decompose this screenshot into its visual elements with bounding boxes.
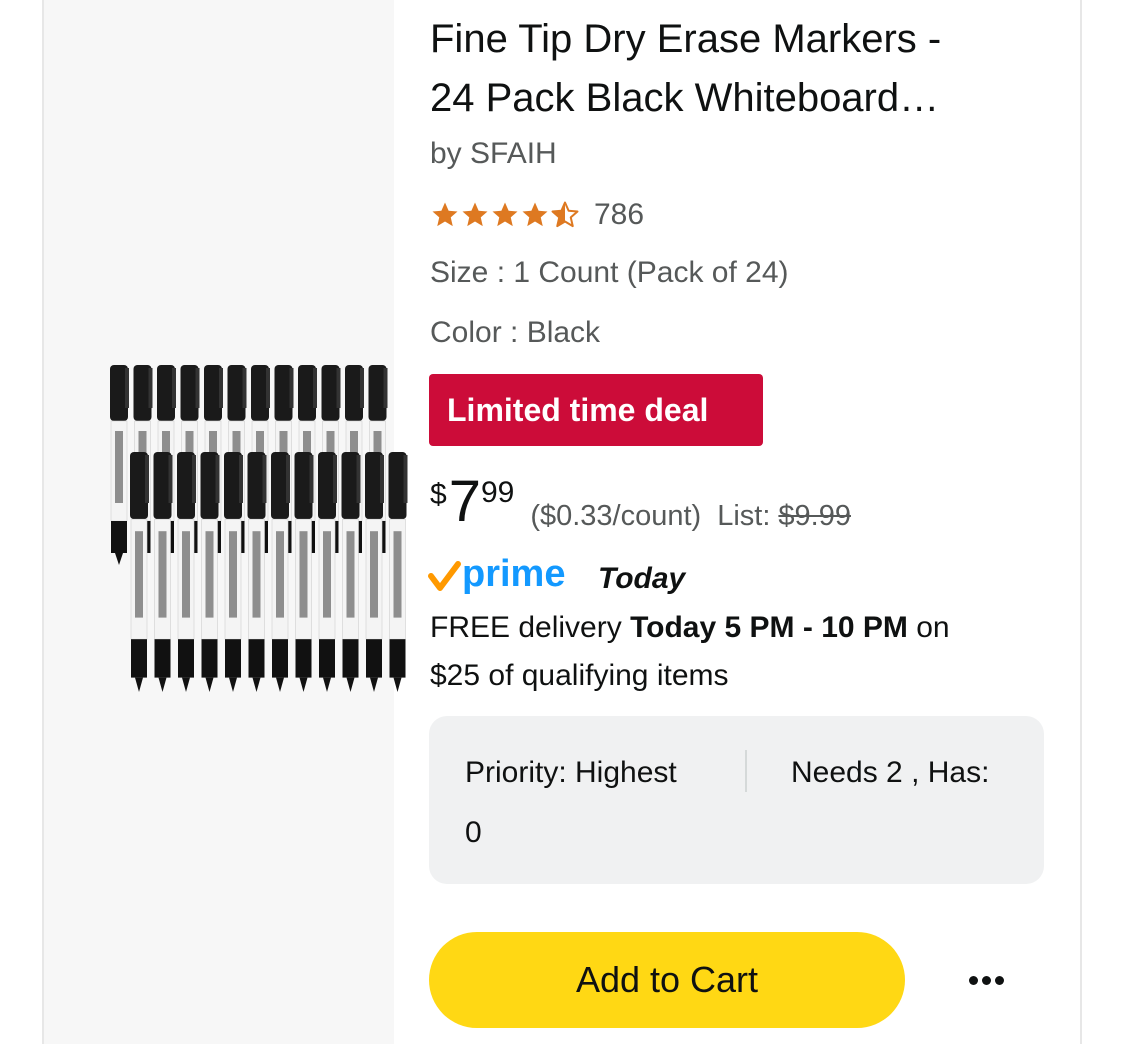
marker-illustration [271, 452, 290, 692]
marker-illustration [388, 452, 408, 692]
more-options-icon[interactable] [958, 960, 1014, 1000]
markers-product-image[interactable] [102, 360, 422, 695]
price-row: $ 7 99 ($0.33/count) List: $9.99 [430, 472, 851, 542]
delivery-prefix: FREE delivery [430, 611, 631, 644]
marker-illustration [294, 452, 314, 692]
priority-label: Priority: Highest [465, 756, 677, 789]
more-dot [994, 975, 1004, 985]
more-dot [981, 975, 991, 985]
review-count[interactable]: 786 [594, 198, 644, 232]
list-price: $9.99 [778, 500, 851, 532]
marker-illustration [365, 452, 384, 692]
delivery-window: Today 5 PM - 10 PM [630, 611, 908, 644]
needs-label: Needs 2 , Has: [791, 756, 990, 789]
marker-illustration [110, 365, 129, 565]
priority-panel: Priority: Highest Needs 2 , Has: 0 [429, 716, 1044, 884]
product-title-line1: Fine Tip Dry Erase Markers - [430, 17, 942, 61]
unit-price: ($0.33/count) [530, 500, 702, 532]
star-half-icon [551, 201, 579, 228]
marker-illustration [153, 452, 173, 692]
star-full-icon [492, 202, 518, 227]
delivery-info: FREE delivery Today 5 PM - 10 PM on $25 … [430, 604, 1030, 700]
marker-illustration [247, 452, 267, 692]
product-title[interactable]: Fine Tip Dry Erase Markers - 24 Pack Bla… [430, 10, 1030, 128]
delivery-threshold: $25 of qualifying items [430, 659, 729, 692]
prime-badge: prime Today [428, 550, 685, 600]
add-to-cart-button[interactable]: Add to Cart [429, 932, 905, 1028]
marker-illustration [200, 452, 220, 692]
price-symbol: $ [430, 478, 447, 511]
marker-illustration [130, 452, 149, 692]
has-value: 0 [465, 816, 482, 849]
marker-illustration [177, 452, 196, 692]
delivery-suffix: on [907, 611, 950, 644]
more-dot [968, 975, 978, 985]
star-full-icon [462, 202, 488, 227]
price-fraction: 99 [480, 476, 515, 509]
priority-divider [745, 750, 747, 792]
list-price-label: List: [717, 500, 771, 532]
size-selection: Size : 1 Count (Pack of 24) [430, 256, 789, 289]
prime-label: prime [462, 553, 565, 595]
limited-deal-badge: Limited time deal [429, 374, 763, 446]
star-full-icon [432, 202, 458, 227]
rating-row[interactable]: 786 [430, 195, 644, 235]
prime-delivery-day: Today [598, 562, 686, 595]
marker-illustration [318, 452, 337, 692]
product-image-panel[interactable] [44, 0, 408, 1044]
marker-illustration [224, 452, 243, 692]
marker-illustration [341, 452, 361, 692]
star-full-icon [522, 202, 548, 227]
product-title-line2: 24 Pack Black Whiteboard… [430, 76, 940, 120]
prime-logo-icon: prime [428, 553, 565, 595]
brand-link[interactable]: by SFAIH [430, 137, 557, 171]
color-selection: Color : Black [430, 316, 601, 349]
star-rating [430, 200, 580, 230]
price-whole: 7 [448, 469, 481, 534]
